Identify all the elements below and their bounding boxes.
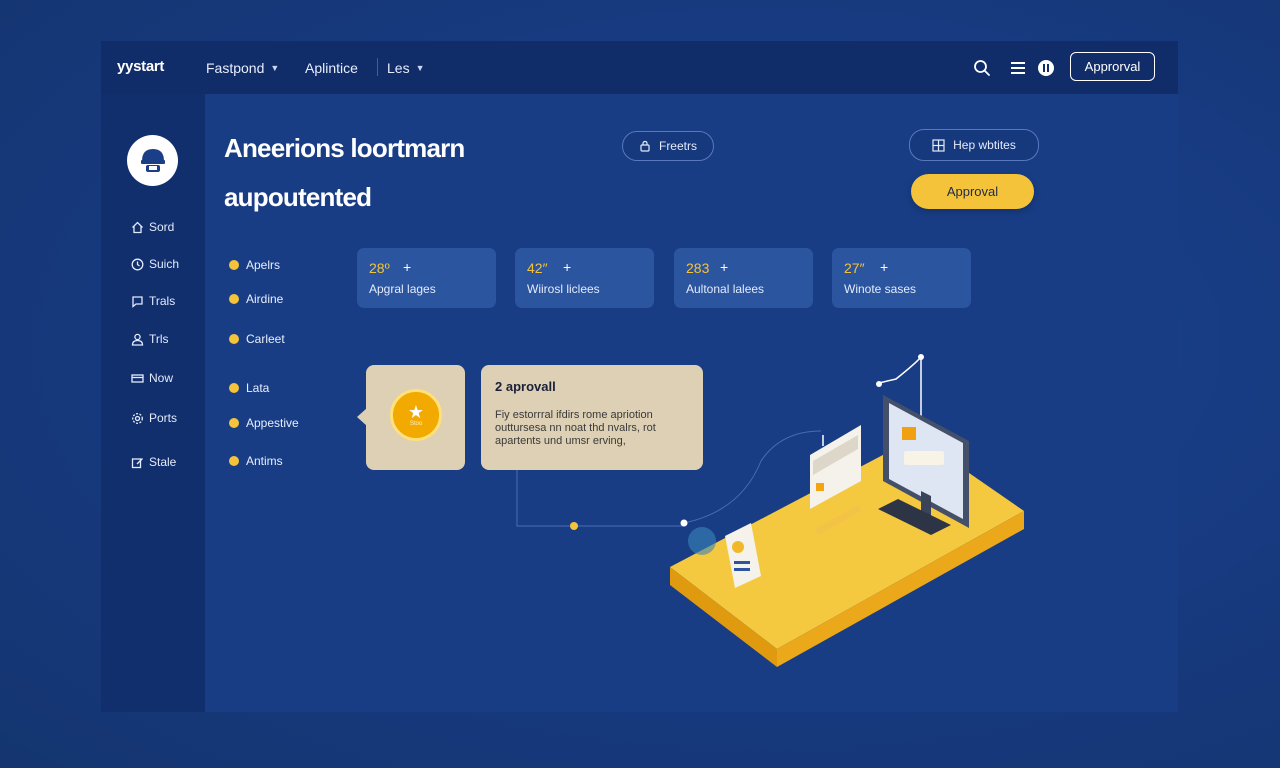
monitor-icon — [878, 395, 969, 535]
app-window: уystart Fastpond ▼ Aplintice Les ▼ Appro… — [101, 41, 1178, 712]
antenna-line — [878, 356, 922, 384]
isometric-illustration — [670, 354, 1024, 667]
